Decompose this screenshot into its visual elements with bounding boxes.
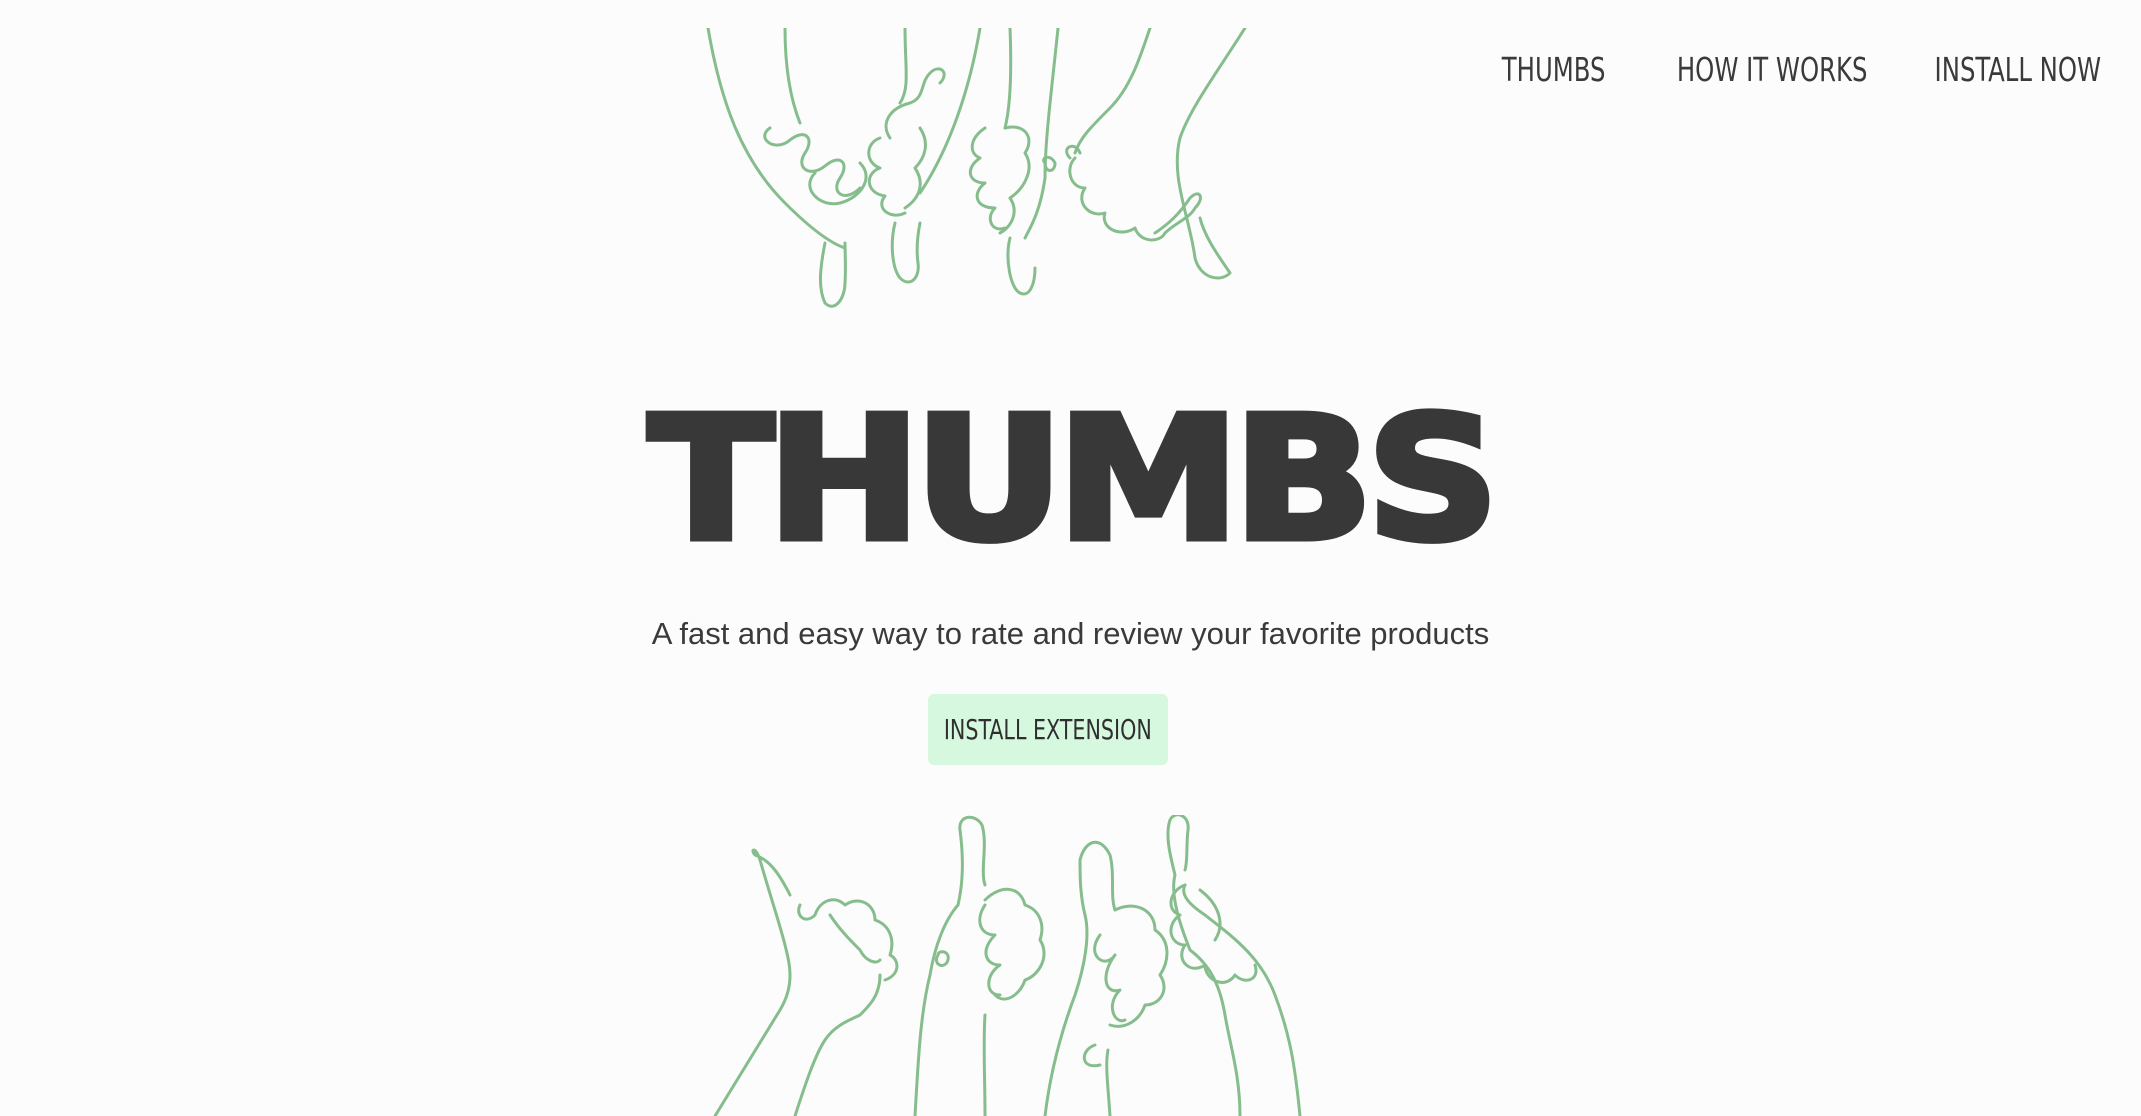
hero-subtitle: A fast and easy way to rate and review y… — [651, 616, 1490, 651]
install-extension-label: INSTALL EXTENSION — [944, 713, 1153, 746]
install-extension-button[interactable]: INSTALL EXTENSION — [928, 694, 1168, 765]
nav-link-how-it-works[interactable]: HOW IT WORKS — [1677, 50, 1868, 89]
landing-page: THUMBS HOW IT WORKS INSTALL NOW THUMBS A… — [0, 0, 2141, 1116]
thumbs-up-hands-icon — [713, 815, 1302, 1116]
thumbs-down-hands-icon — [706, 28, 1247, 308]
hero-title: THUMBS — [645, 381, 1503, 579]
nav-link-thumbs[interactable]: THUMBS — [1502, 50, 1606, 89]
nav-link-install-now[interactable]: INSTALL NOW — [1934, 50, 2101, 89]
top-nav: THUMBS HOW IT WORKS INSTALL NOW — [1479, 50, 2101, 89]
